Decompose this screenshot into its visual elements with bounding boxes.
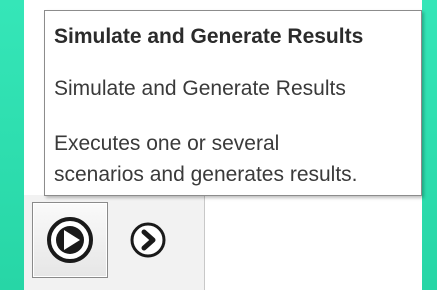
next-run-button[interactable] (122, 214, 174, 266)
play-circle-icon (47, 217, 93, 263)
tooltip: Simulate and Generate Results Simulate a… (44, 10, 422, 196)
simulate-run-button[interactable] (32, 202, 108, 278)
background-left (0, 0, 24, 290)
tooltip-description-line-1: Executes one or several (54, 132, 280, 155)
tooltip-title: Simulate and Generate Results (54, 25, 364, 48)
tooltip-subtitle: Simulate and Generate Results (54, 77, 346, 100)
tooltip-description: Executes one or several scenarios and ge… (54, 128, 414, 190)
tooltip-description-line-2: scenarios and generates results. (54, 163, 358, 186)
chevron-right-circle-icon (130, 222, 166, 258)
background-right (422, 0, 437, 290)
ribbon-toolbar (24, 196, 204, 290)
